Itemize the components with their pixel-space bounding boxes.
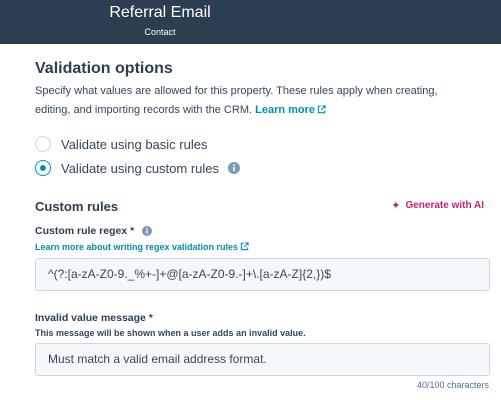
- radio-custom-rules[interactable]: Validate using custom rules: [35, 158, 241, 178]
- radio-basic-rules[interactable]: Validate using basic rules: [35, 134, 207, 154]
- regex-help-link[interactable]: Learn more about writing regex validatio…: [35, 242, 249, 252]
- external-link-icon: [240, 242, 249, 251]
- character-counter: 40/100 characters: [416, 380, 489, 390]
- property-object-type: Contact: [144, 27, 176, 37]
- radio-basic-rules-circle[interactable]: [35, 136, 51, 152]
- custom-rules-heading: Custom rules: [35, 199, 119, 214]
- custom-rule-regex-label-text: Custom rule regex *: [35, 225, 135, 237]
- invalid-message-label: Invalid value message *: [35, 312, 153, 324]
- validation-description: Specify what values are allowed for this…: [35, 82, 475, 120]
- generate-with-ai-button[interactable]: ✦ Generate with AI: [391, 199, 484, 212]
- learn-more-link[interactable]: Learn more: [255, 104, 326, 116]
- radio-custom-rules-circle[interactable]: [35, 160, 51, 176]
- invalid-message-input[interactable]: Must match a valid email address format.: [35, 343, 490, 376]
- radio-custom-rules-label: Validate using custom rules: [61, 160, 220, 176]
- validation-options-heading: Validation options: [35, 60, 173, 77]
- invalid-message-help: This message will be shown when a user a…: [35, 328, 306, 338]
- validation-description-text: Specify what values are allowed for this…: [35, 85, 438, 116]
- info-icon[interactable]: [228, 162, 241, 174]
- radio-basic-rules-label: Validate using basic rules: [61, 136, 208, 152]
- regex-input[interactable]: ^(?:[a-zA-Z0-9._%+-]+@[a-zA-Z0-9.-]+\.[a…: [35, 258, 490, 291]
- property-title: Referral Email: [109, 4, 211, 21]
- custom-rule-regex-label: Custom rule regex *: [35, 225, 153, 237]
- external-link-icon: [317, 105, 326, 114]
- sparkle-icon: ✦: [391, 200, 401, 212]
- info-icon[interactable]: [142, 226, 153, 236]
- property-header: Referral Email Contact: [0, 0, 501, 44]
- generate-with-ai-label: Generate with AI: [405, 200, 484, 211]
